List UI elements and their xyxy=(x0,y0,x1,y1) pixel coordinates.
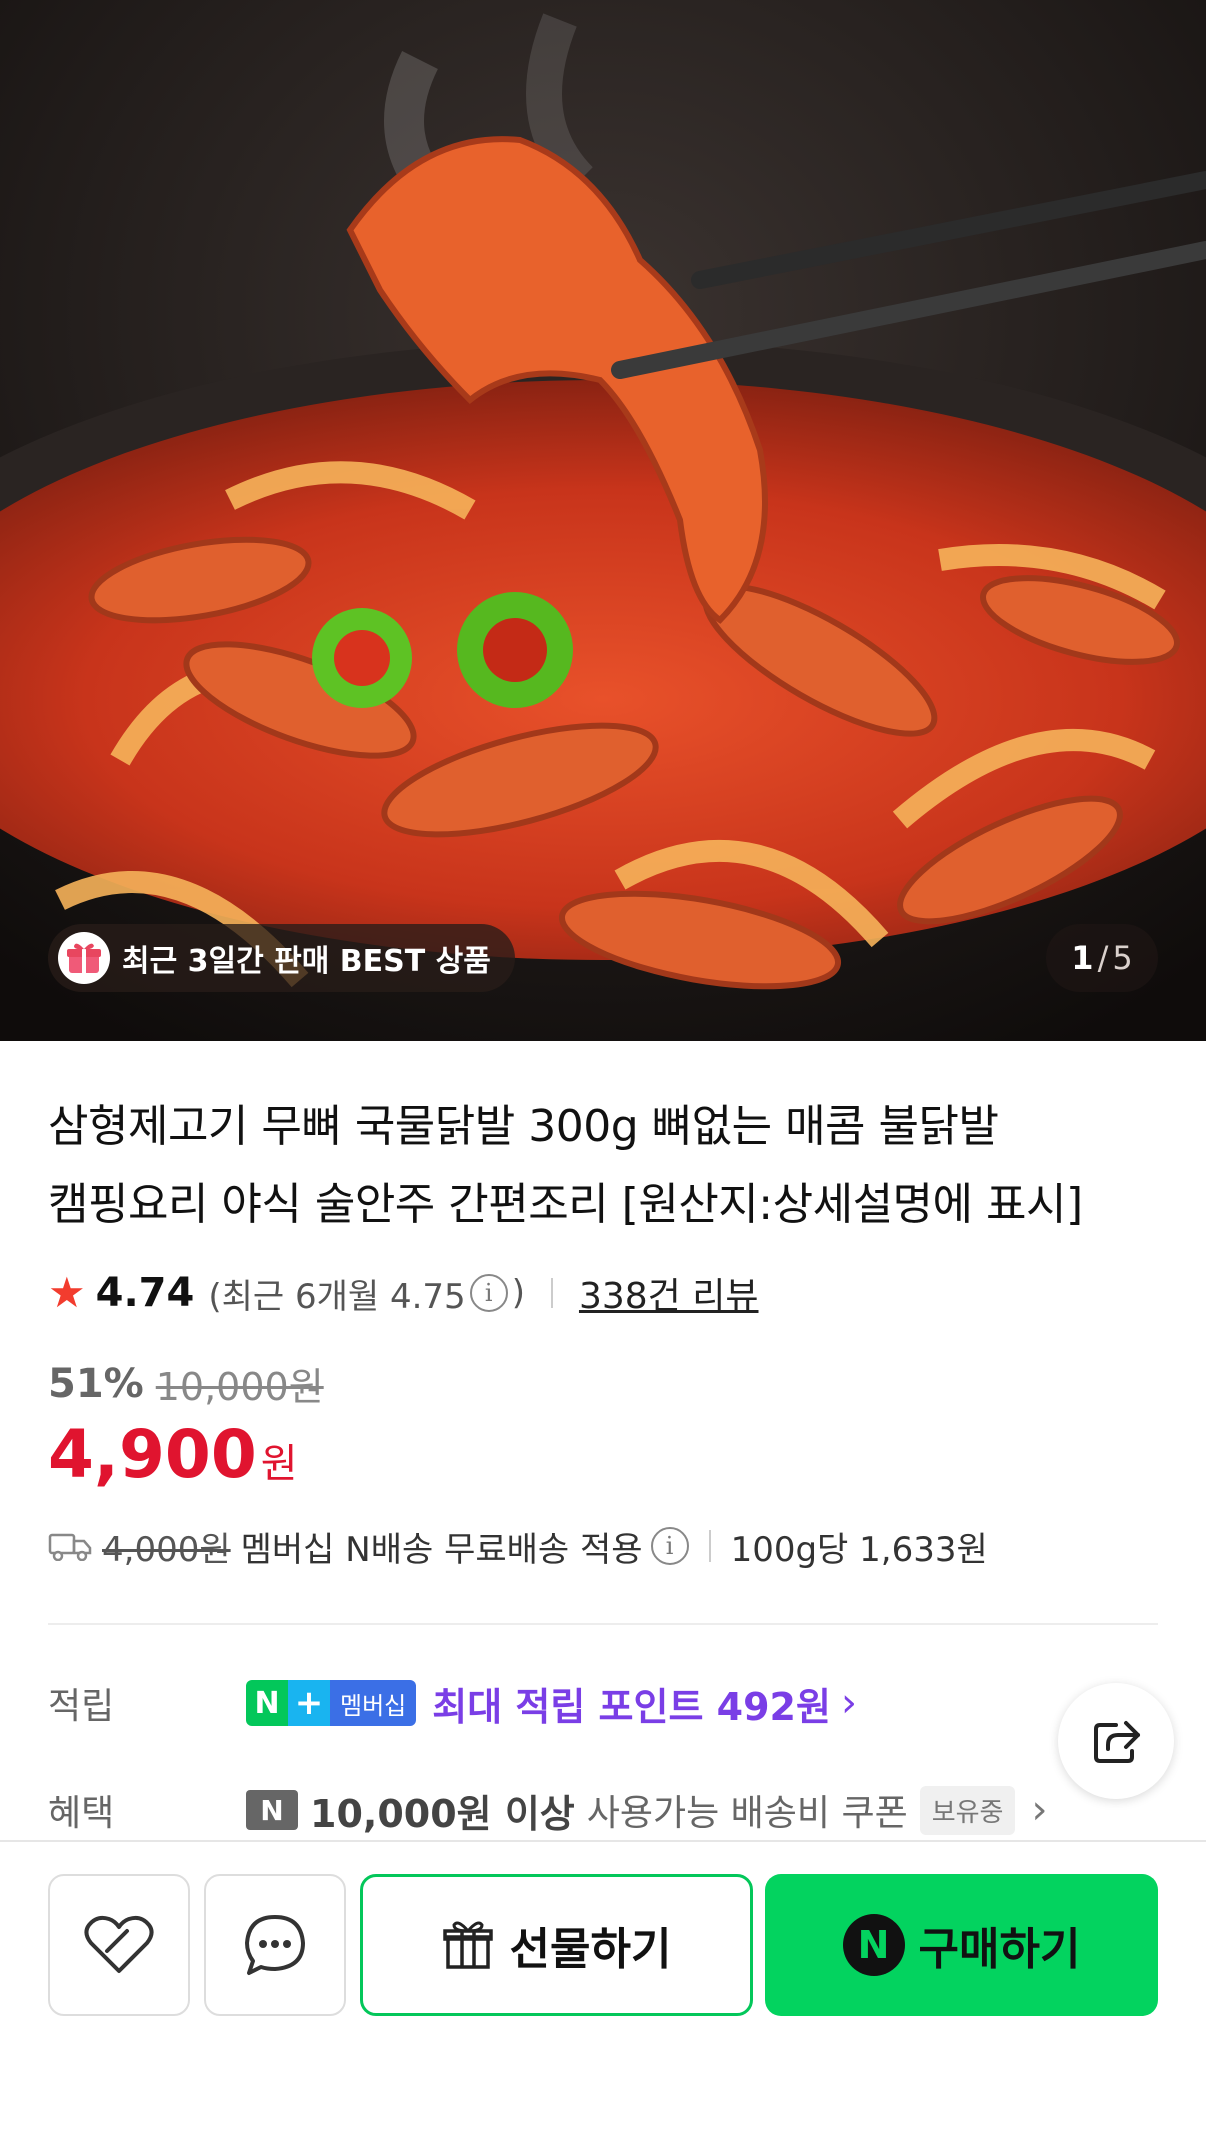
rating-score: 4.74 xyxy=(95,1270,195,1316)
recent-rating-text: (최근 6개월 4.75 xyxy=(208,1276,466,1317)
sale-price-unit: 원 xyxy=(260,1441,298,1487)
membership-badge-plus: + xyxy=(288,1680,330,1726)
shipping-row: 4,000원 멤버십 N배송 무료배송 적용 i 100g당 1,633원 xyxy=(48,1518,988,1574)
buy-button-label: 구매하기 xyxy=(918,1924,1081,1975)
pager-separator: / xyxy=(1097,939,1109,977)
best-seller-text: 최근 3일간 판매 BEST 상품 xyxy=(122,944,491,979)
membership-badge-n: N xyxy=(246,1680,288,1726)
points-row[interactable]: 적립 N + 멤버십 최대 적립 포인트 492원 › xyxy=(48,1673,857,1733)
discount-percent: 51% xyxy=(48,1360,144,1407)
membership-badge-text: 멤버십 xyxy=(330,1680,417,1726)
gift-icon xyxy=(58,932,110,984)
gift-button-label: 선물하기 xyxy=(509,1924,672,1975)
naver-pay-icon: N xyxy=(842,1914,905,1976)
image-pager: 1 / 5 xyxy=(1046,924,1158,992)
product-photo xyxy=(0,0,1206,1041)
buy-button[interactable]: N 구매하기 xyxy=(765,1874,1158,2016)
membership-badge: N + 멤버십 xyxy=(246,1680,417,1726)
divider xyxy=(708,1530,711,1562)
chat-bubble-icon xyxy=(245,1915,305,1975)
shipping-info-icon[interactable]: i xyxy=(650,1527,689,1565)
rating-row: ★ 4.74 (최근 6개월 4.75 i ) 338건 리뷰 xyxy=(48,1265,759,1321)
coupon-description: 사용가능 배송비 쿠폰 xyxy=(586,1793,908,1834)
gift-box-icon xyxy=(442,1921,493,1969)
chevron-right-icon: › xyxy=(840,1680,857,1726)
product-title-line-2: 캠핑요리 야식 술안주 간편조리 [원산지:상세설명에 표시] xyxy=(48,1179,1083,1230)
naver-n-icon: N xyxy=(246,1790,298,1830)
unit-price: 100g당 1,633원 xyxy=(730,1529,988,1570)
coupon-owned-badge: 보유중 xyxy=(919,1785,1016,1835)
coupon-row[interactable]: 혜택 N 10,000원 이상 사용가능 배송비 쿠폰 보유중 › xyxy=(48,1780,1047,1840)
sale-price: 4,900 원 xyxy=(48,1416,298,1493)
coupon-amount: 10,000원 이상 xyxy=(310,1791,575,1836)
share-button[interactable] xyxy=(1058,1683,1174,1799)
divider xyxy=(550,1278,553,1308)
recent-rating: (최근 6개월 4.75 i ) xyxy=(208,1269,525,1318)
perk-label: 혜택 xyxy=(48,1793,115,1834)
shipping-text: 멤버십 N배송 무료배송 적용 xyxy=(240,1529,643,1570)
recent-rating-close: ) xyxy=(511,1273,525,1313)
wishlist-button[interactable] xyxy=(48,1874,190,2016)
product-title-line-1: 삼형제고기 무뼈 국물닭발 300g 뼈없는 매콤 불닭발 xyxy=(48,1101,999,1152)
best-seller-badge: 최근 3일간 판매 BEST 상품 xyxy=(48,924,515,992)
section-divider xyxy=(48,1623,1158,1625)
pager-current: 1 xyxy=(1071,939,1094,977)
truck-icon xyxy=(48,1533,92,1561)
talk-button[interactable] xyxy=(204,1874,346,2016)
points-text[interactable]: 최대 적립 포인트 492원 xyxy=(432,1676,831,1731)
star-icon: ★ xyxy=(48,1268,86,1317)
share-icon xyxy=(1094,1721,1140,1763)
product-title: 삼형제고기 무뼈 국물닭발 300g 뼈없는 매콤 불닭발 캠핑요리 야식 술안… xyxy=(48,1088,1158,1244)
original-price: 10,000원 xyxy=(155,1365,324,1409)
pager-total: 5 xyxy=(1112,939,1133,977)
shipping-fee: 4,000원 xyxy=(102,1529,231,1570)
gift-button[interactable]: 선물하기 xyxy=(360,1874,753,2016)
points-label: 적립 xyxy=(48,1686,115,1727)
heart-icon xyxy=(84,1915,154,1973)
review-count-link[interactable]: 338건 리뷰 xyxy=(579,1267,759,1319)
product-image[interactable]: 최근 3일간 판매 BEST 상품 1 / 5 xyxy=(0,0,1206,1041)
chevron-right-icon: › xyxy=(1031,1787,1048,1833)
sale-price-number: 4,900 xyxy=(48,1416,257,1493)
discount-row: 51% 10,000원 xyxy=(48,1356,324,1411)
info-icon[interactable]: i xyxy=(469,1274,508,1312)
